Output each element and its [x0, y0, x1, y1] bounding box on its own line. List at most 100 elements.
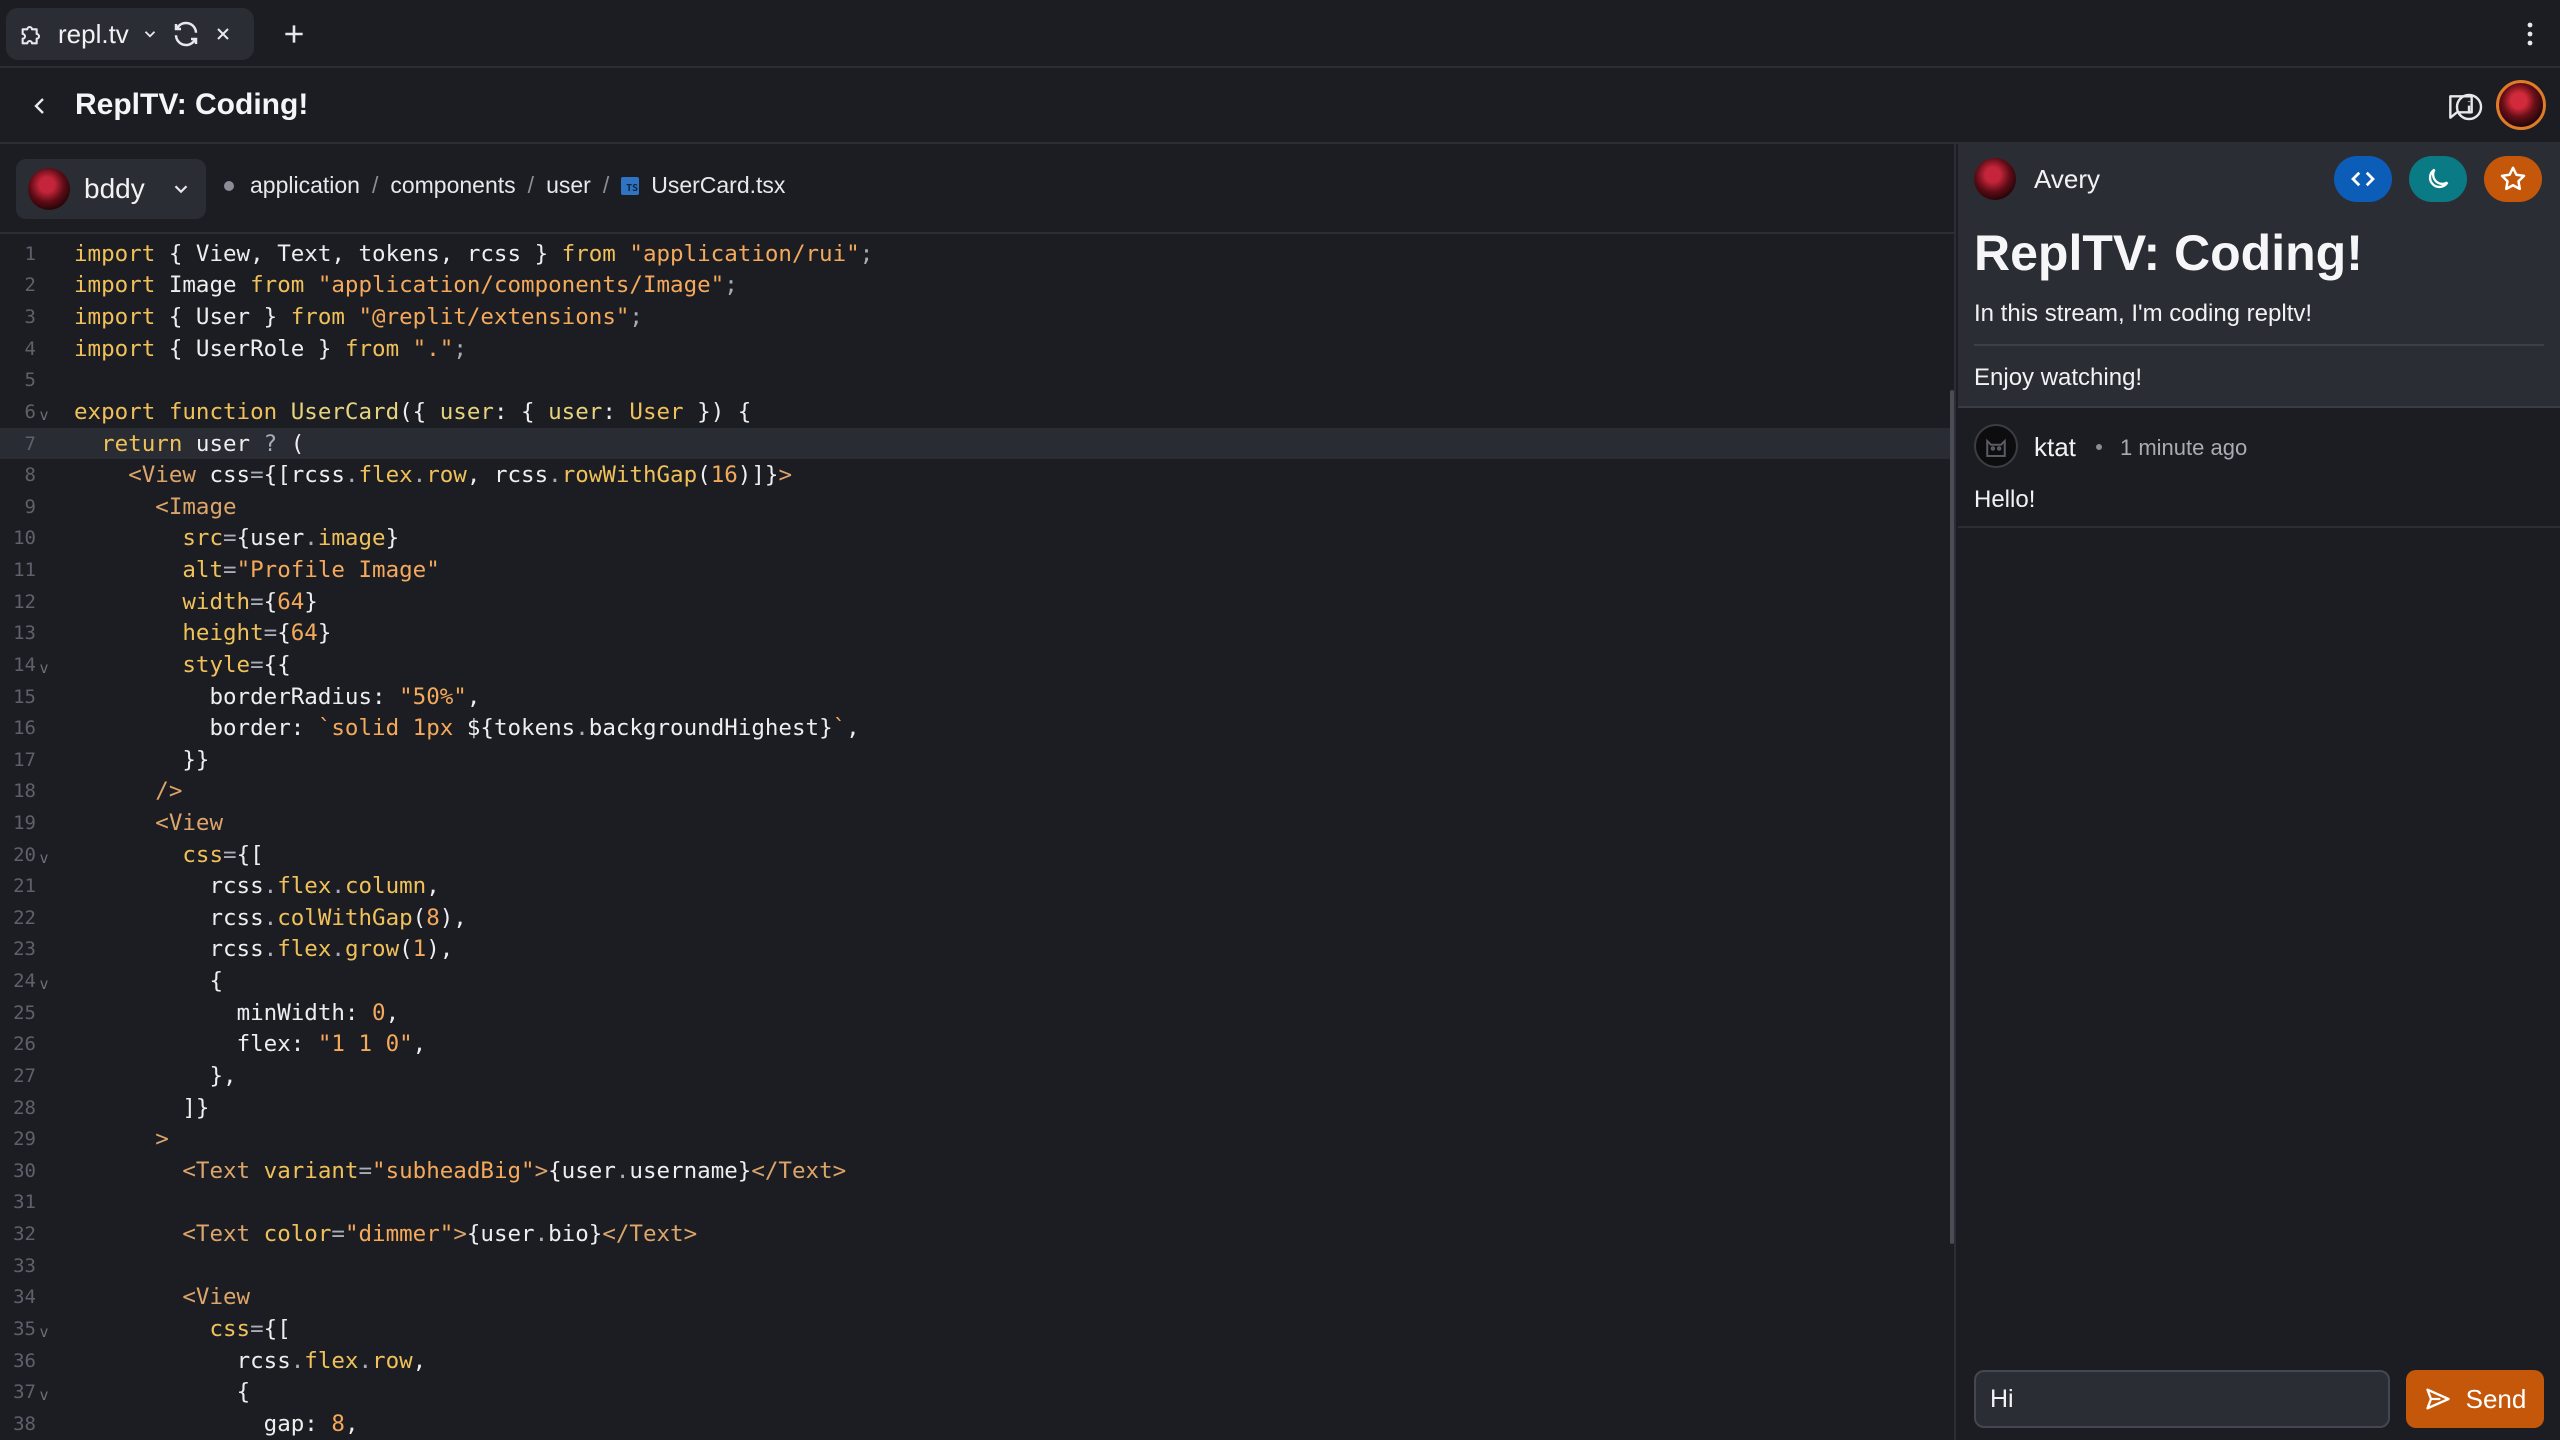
code-line[interactable]: 7 return user ? ( [0, 427, 1950, 460]
message-author[interactable]: ktat [2034, 432, 2076, 463]
streamer-name: Avery [2034, 163, 2100, 194]
chat-input[interactable] [1974, 1370, 2390, 1428]
code-line[interactable]: 37 v { [0, 1376, 1950, 1408]
code-line[interactable]: 29 > [0, 1123, 1950, 1155]
code-line[interactable]: 24 v { [0, 965, 1950, 997]
code-area[interactable]: 1 import { View, Text, tokens, rcss } fro… [0, 238, 1950, 1440]
code-line[interactable]: 26 flex: "1 1 0", [0, 1029, 1950, 1061]
code-line[interactable]: 20 v css={[ [0, 839, 1950, 871]
plus-icon [285, 25, 303, 43]
fold-toggle-icon[interactable]: v [36, 969, 52, 993]
back-button[interactable] [20, 86, 60, 126]
code-line[interactable]: 8 <View css={[rcss.flex.row, rcss.rowWit… [0, 459, 1950, 491]
fold-toggle-icon[interactable]: v [36, 843, 52, 867]
breadcrumb-file[interactable]: UserCard.tsx [651, 172, 785, 199]
user-avatar[interactable] [2496, 80, 2546, 130]
code-line[interactable]: 36 rcss.flex.row, [0, 1345, 1950, 1377]
more-options-button[interactable] [2518, 14, 2542, 54]
fold-toggle-icon [36, 725, 52, 731]
code-text: alt="Profile Image" [182, 557, 440, 584]
code-line[interactable]: 13 height={64} [0, 617, 1950, 649]
fold-toggle-icon [36, 915, 52, 921]
chat-button[interactable] [2442, 88, 2480, 126]
code-text: width={64} [182, 588, 318, 615]
code-line[interactable]: 6 v export function UserCard({ user: { use… [0, 396, 1950, 428]
code-text: gap: 8, [263, 1410, 359, 1437]
code-line[interactable]: 14 v style={{ [0, 649, 1950, 681]
code-line[interactable]: 31 [0, 1187, 1950, 1219]
refresh-icon[interactable] [171, 19, 201, 49]
code-view-button[interactable] [2334, 156, 2392, 202]
kebab-menu-icon [2527, 22, 2533, 46]
favorite-button[interactable] [2484, 156, 2542, 202]
app-header: ReplTV: Coding! [0, 68, 2560, 144]
code-line[interactable]: 17 }} [0, 744, 1950, 776]
code-text: height={64} [182, 620, 332, 647]
code-line[interactable]: 27 }, [0, 1060, 1950, 1092]
close-tab-icon[interactable] [213, 24, 233, 44]
theme-button[interactable] [2409, 156, 2467, 202]
line-number: 33 [13, 1254, 36, 1277]
code-text: rcss.flex.row, [236, 1347, 427, 1374]
breadcrumb-item[interactable]: user [546, 172, 591, 199]
code-line[interactable]: 33 [0, 1250, 1950, 1282]
code-line[interactable]: 25 minWidth: 0, [0, 997, 1950, 1029]
send-button[interactable]: Send [2406, 1370, 2544, 1428]
code-line[interactable]: 21 rcss.flex.column, [0, 870, 1950, 902]
fold-toggle-icon [36, 1358, 52, 1364]
code-line[interactable]: 23 rcss.flex.grow(1), [0, 934, 1950, 966]
code-line[interactable]: 16 border: `solid 1px ${tokens.backgroun… [0, 712, 1950, 744]
code-text: import { View, Text, tokens, rcss } from… [74, 240, 874, 267]
code-line[interactable]: 4 import { UserRole } from "."; [0, 333, 1950, 365]
fold-toggle-icon [36, 1263, 52, 1269]
code-line[interactable]: 9 <Image [0, 491, 1950, 523]
breadcrumb-item[interactable]: components [390, 172, 515, 199]
code-text: border: `solid 1px ${tokens.backgroundHi… [209, 715, 860, 742]
code-line[interactable]: 18 /> [0, 776, 1950, 808]
stream-description: In this stream, I'm coding repltv! [1974, 300, 2313, 327]
line-number: 30 [13, 1159, 36, 1182]
editor-scrollbar[interactable] [1950, 390, 1954, 1244]
line-number: 31 [13, 1191, 36, 1214]
code-line[interactable]: 2 import Image from "application/componen… [0, 270, 1950, 302]
line-number: 28 [13, 1096, 36, 1119]
fold-toggle-icon[interactable]: v [36, 1380, 52, 1404]
code-line[interactable]: 30 <Text variant="subheadBig">{user.user… [0, 1155, 1950, 1187]
fold-toggle-icon [36, 282, 52, 288]
code-line[interactable]: 1 import { View, Text, tokens, rcss } fro… [0, 238, 1950, 270]
fold-toggle-icon[interactable]: v [36, 653, 52, 677]
line-number: 10 [13, 527, 36, 550]
status-dot [224, 180, 234, 191]
code-line[interactable]: 22 rcss.colWithGap(8), [0, 902, 1950, 934]
code-line[interactable]: 12 width={64} [0, 586, 1950, 618]
fold-toggle-icon [36, 314, 52, 320]
code-line[interactable]: 15 borderRadius: "50%", [0, 681, 1950, 713]
send-label: Send [2465, 1383, 2527, 1414]
code-line[interactable]: 11 alt="Profile Image" [0, 554, 1950, 586]
fold-toggle-icon [36, 1105, 52, 1111]
code-line[interactable]: 10 src={user.image} [0, 523, 1950, 555]
code-line[interactable]: 3 import { User } from "@replit/extension… [0, 301, 1950, 333]
message-time: 1 minute ago [2120, 435, 2248, 460]
extension-puzzle-icon [18, 20, 46, 48]
line-number: 5 [24, 369, 36, 392]
code-line[interactable]: 35 v css={[ [0, 1313, 1950, 1345]
new-tab-button[interactable] [274, 14, 314, 54]
code-line[interactable]: 28 ]} [0, 1092, 1950, 1124]
code-line[interactable]: 19 <View [0, 807, 1950, 839]
browser-tab[interactable]: repl.tv [6, 8, 254, 60]
code-line[interactable]: 38 gap: 8, [0, 1408, 1950, 1440]
code-text: rcss.colWithGap(8), [209, 904, 467, 931]
code-line[interactable]: 5 [0, 364, 1950, 396]
fold-toggle-icon[interactable]: v [36, 400, 52, 424]
breadcrumb-item[interactable]: application [250, 172, 360, 199]
line-number: 24 [13, 970, 36, 993]
user-select-dropdown[interactable]: bddy [16, 159, 206, 219]
line-number: 23 [13, 938, 36, 961]
page-title: ReplTV: Coding! [75, 88, 309, 121]
code-line[interactable]: 34 <View [0, 1282, 1950, 1314]
code-line[interactable]: 32 <Text color="dimmer">{user.bio}</Text… [0, 1218, 1950, 1250]
fold-toggle-icon[interactable]: v [36, 1317, 52, 1341]
chevron-down-icon[interactable] [141, 25, 159, 43]
fold-toggle-icon [36, 441, 52, 447]
